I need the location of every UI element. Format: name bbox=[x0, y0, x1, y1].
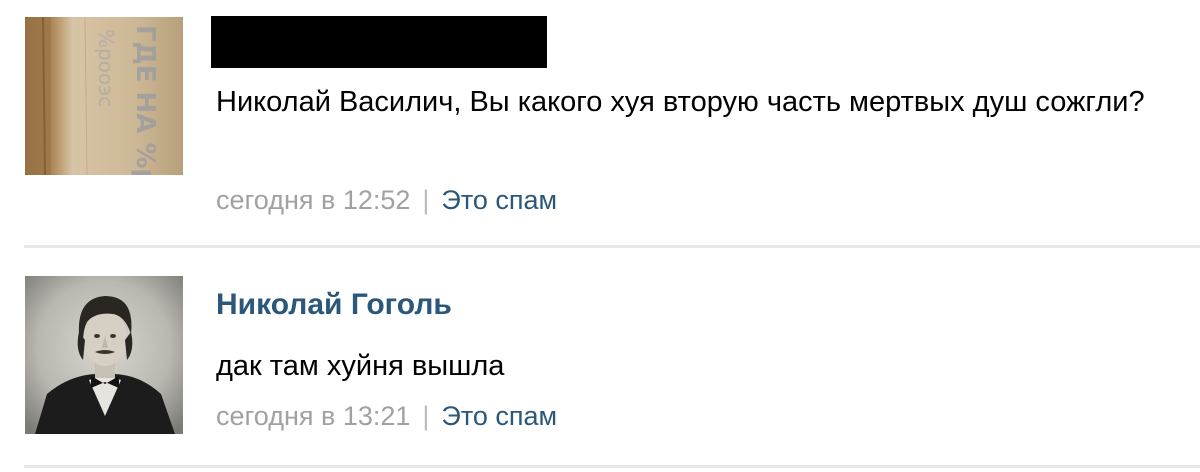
meta-separator: | bbox=[422, 401, 430, 431]
comment-text: дак там хуйня вышла bbox=[216, 350, 505, 382]
avatar[interactable]: ГДЕ НА %рооэс %рооэс bbox=[25, 17, 183, 175]
comment-date[interactable]: сегодня в 13:21 bbox=[216, 401, 410, 431]
comment-meta: сегодня в 13:21 | Это спам bbox=[216, 400, 557, 432]
svg-text:%рооэс: %рооэс bbox=[94, 29, 118, 107]
comment-meta: сегодня в 12:52 | Это спам bbox=[216, 184, 557, 216]
report-spam-link[interactable]: Это спам bbox=[441, 185, 557, 215]
author-name-redacted bbox=[211, 16, 547, 68]
author-name-link[interactable]: Николай Гоголь bbox=[216, 288, 452, 322]
comment-item: Николай Гоголь дак там хуйня вышла сегод… bbox=[0, 248, 1200, 472]
avatar[interactable] bbox=[25, 276, 183, 434]
report-spam-link[interactable]: Это спам bbox=[441, 401, 557, 431]
meta-separator: | bbox=[422, 185, 430, 215]
comment-date[interactable]: сегодня в 12:52 bbox=[216, 185, 410, 215]
comment-text: Николай Василич, Вы какого хуя вторую ча… bbox=[216, 86, 1145, 118]
divider bbox=[24, 465, 1200, 468]
comment-item: ГДЕ НА %рооэс %рооэс Николай Василич, Вы… bbox=[0, 0, 1200, 248]
avatar-portrait bbox=[25, 276, 183, 434]
avatar-stamp-text: ГДЕ НА %рооэс bbox=[130, 25, 160, 175]
avatar-photo: ГДЕ НА %рооэс %рооэс bbox=[25, 17, 183, 175]
